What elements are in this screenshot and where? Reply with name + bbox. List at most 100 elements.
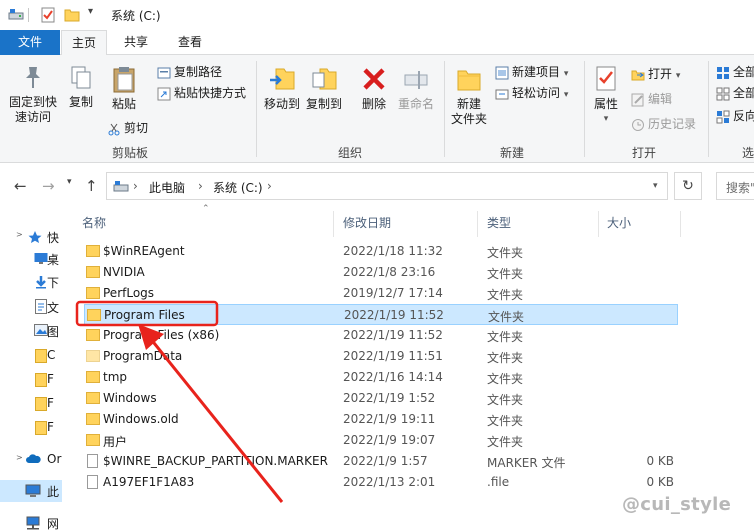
customize-toolbar-icon[interactable]: ▾ [88, 6, 93, 17]
nav-quick-access[interactable]: > 快 [0, 226, 62, 248]
history-icon [632, 118, 644, 131]
nav-downloads[interactable]: 下 [0, 271, 62, 293]
file-row[interactable]: $WINRE_BACKUP_PARTITION.MARKER 2022/1/9 … [84, 451, 678, 472]
up-icon[interactable]: ↑ [85, 177, 98, 195]
column-header-type[interactable]: 类型 [487, 214, 511, 231]
copy-to-label: 复制到 [305, 97, 342, 111]
expand-icon[interactable]: > [16, 453, 23, 462]
forward-icon[interactable]: → [42, 177, 55, 195]
file-date: 2022/1/16 14:14 [343, 370, 443, 384]
properties-quick-icon[interactable] [40, 7, 56, 23]
tab-file[interactable]: 文件 [0, 30, 60, 55]
properties-button[interactable]: 属性 ▾ [588, 65, 624, 127]
search-box[interactable]: 搜索" [716, 172, 754, 200]
nav-desktop[interactable]: 桌 [0, 248, 62, 270]
edit-button[interactable]: 编辑 [631, 90, 672, 108]
file-name: NVIDIA [103, 265, 145, 279]
refresh-button[interactable]: ↻ [674, 172, 702, 200]
copy-label: 复制 [68, 95, 93, 109]
nav-folder-f2[interactable]: F [0, 393, 62, 415]
new-folder-quick-icon[interactable] [64, 7, 80, 23]
file-name: Program Files (x86) [103, 328, 220, 342]
column-header-date[interactable]: 修改日期 [343, 214, 391, 231]
nav-pictures[interactable]: 图 [0, 320, 62, 342]
nav-folder-c[interactable]: C [0, 345, 62, 367]
tab-share[interactable]: 共享 [113, 30, 159, 55]
pin-icon [26, 67, 40, 88]
cut-button[interactable]: 剪切 [107, 119, 148, 137]
navigation-pane: > 快 桌 下 文 图 C F F F > Or 此 网 [0, 208, 62, 532]
file-name: Windows [103, 391, 157, 405]
tab-home[interactable]: 主页 [61, 30, 107, 56]
move-to-icon [270, 68, 295, 90]
breadcrumb-this-pc[interactable]: 此电脑 [149, 179, 185, 196]
new-folder-button[interactable]: 新建 文件夹 [448, 65, 490, 127]
file-type: 文件夹 [487, 246, 524, 260]
file-row[interactable]: 用户 2022/1/9 19:07 文件夹 [84, 430, 678, 451]
folder-icon [86, 371, 100, 383]
file-name: A197EF1F1A83 [103, 475, 195, 489]
breadcrumb-drive[interactable]: 系统 (C:) [213, 179, 263, 196]
folder-icon [86, 245, 100, 257]
invert-selection-icon [716, 110, 730, 123]
file-date: 2022/1/9 1:57 [343, 454, 428, 468]
copy-button[interactable]: 复制 [64, 65, 98, 110]
new-group-label: 新建 [499, 146, 524, 160]
column-header-size[interactable]: 大小 [607, 214, 631, 231]
computer-icon [25, 484, 41, 497]
file-name: tmp [103, 370, 128, 384]
delete-button[interactable]: 删除 [356, 65, 392, 112]
copy-path-button[interactable]: 复制路径 [157, 63, 222, 81]
select-none-button[interactable]: 全部 [716, 84, 754, 102]
expand-icon[interactable]: > [16, 230, 23, 239]
folder-icon [35, 373, 47, 387]
ribbon: 固定到快 速访问 复制 粘贴 复制路径 粘贴快捷方式 剪切 剪贴板 移动到 复制… [0, 55, 754, 163]
file-date: 2019/12/7 17:14 [343, 286, 443, 300]
pictures-icon [34, 324, 48, 336]
back-icon[interactable]: ← [14, 177, 27, 195]
file-name: PerfLogs [103, 286, 155, 300]
file-row[interactable]: tmp 2022/1/16 14:14 文件夹 [84, 367, 678, 388]
copy-to-button[interactable]: 复制到 [304, 65, 344, 112]
select-all-button[interactable]: 全部 [716, 63, 754, 81]
file-row-selected[interactable]: Program Files 2022/1/19 11:52 文件夹 [84, 304, 678, 325]
paste-button[interactable]: 粘贴 [104, 65, 144, 112]
file-date: 2022/1/19 11:51 [343, 349, 443, 363]
open-button[interactable]: 打开 ▾ [631, 65, 680, 83]
nav-folder-f3[interactable]: F [0, 417, 62, 439]
pin-quick-access-button[interactable]: 固定到快 速访问 [4, 65, 62, 125]
history-button[interactable]: 历史记录 [631, 115, 696, 133]
select-all-icon [717, 66, 729, 79]
star-icon [28, 231, 42, 243]
file-list: ⌃ 名称 修改日期 类型 大小 $WinREAgent 2022/1/18 11… [70, 204, 754, 532]
move-to-button[interactable]: 移动到 [262, 65, 302, 112]
new-item-button[interactable]: 新建项目 ▾ [495, 63, 568, 81]
new-folder-label-2: 文件夹 [450, 112, 487, 126]
file-row[interactable]: $WinREAgent 2022/1/18 11:32 文件夹 [84, 241, 678, 262]
nav-documents[interactable]: 文 [0, 296, 62, 318]
column-header-name[interactable]: 名称 [82, 214, 106, 231]
tab-view[interactable]: 查看 [165, 30, 215, 55]
invert-selection-button[interactable]: 反向 [716, 107, 754, 125]
new-folder-icon [457, 70, 481, 91]
address-bar[interactable]: › 此电脑 › 系统 (C:) › ▾ [106, 172, 668, 200]
file-row[interactable]: NVIDIA 2022/1/8 23:16 文件夹 [84, 262, 678, 283]
rename-button[interactable]: 重命名 [396, 65, 436, 112]
nav-folder-f1[interactable]: F [0, 369, 62, 391]
rename-label: 重命名 [397, 97, 434, 111]
file-row[interactable]: Program Files (x86) 2022/1/19 11:52 文件夹 [84, 325, 678, 346]
file-row[interactable]: Windows 2022/1/19 1:52 文件夹 [84, 388, 678, 409]
recent-locations-icon[interactable]: ▾ [67, 177, 72, 187]
address-dropdown-icon[interactable]: ▾ [653, 181, 658, 191]
nav-this-pc[interactable]: 此 [0, 480, 62, 502]
easy-access-button[interactable]: 轻松访问 ▾ [495, 84, 568, 102]
title-bar: ▾ 系统 (C:) [0, 0, 754, 30]
paste-shortcut-button[interactable]: 粘贴快捷方式 [157, 84, 246, 102]
file-row[interactable]: PerfLogs 2019/12/7 17:14 文件夹 [84, 283, 678, 304]
file-row[interactable]: Windows.old 2022/1/9 19:11 文件夹 [84, 409, 678, 430]
file-row[interactable]: A197EF1F1A83 2022/1/13 2:01 .file 0 KB [84, 472, 678, 493]
nav-onedrive[interactable]: > Or [0, 449, 62, 471]
file-row[interactable]: ProgramData 2022/1/19 11:51 文件夹 [84, 346, 678, 367]
nav-network[interactable]: 网 [0, 512, 62, 532]
refresh-icon: ↻ [682, 178, 694, 194]
